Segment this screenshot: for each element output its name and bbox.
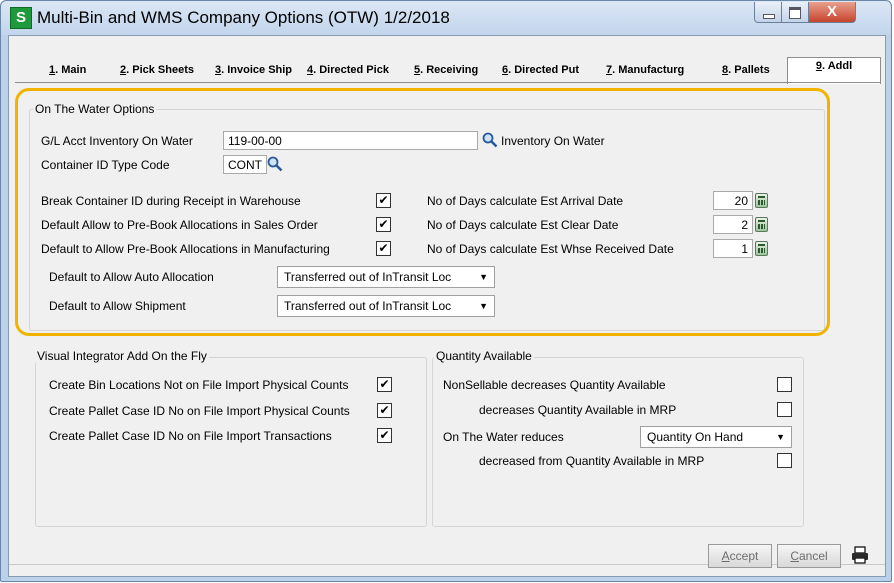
title-bar[interactable]: S Multi-Bin and WMS Company Options (OTW… (1, 1, 891, 35)
tab-addl-label: . Addl (821, 60, 853, 72)
tab-manufacturing[interactable]: 7. Manufacturg (606, 64, 684, 76)
close-button[interactable]: X (808, 2, 856, 23)
quantity-available-group-title: Quantity Available (434, 349, 534, 363)
create-pallet-transactions-label: Create Pallet Case ID No on File Import … (49, 429, 332, 443)
tab-pick-sheets-label: . Pick Sheets (126, 64, 194, 76)
on-water-reduces-select[interactable]: Quantity On Hand ▼ (640, 426, 792, 448)
tab-addl[interactable]: 9. Addl (787, 57, 881, 84)
app-logo-icon: S (10, 7, 32, 29)
highlight-outline (15, 88, 830, 336)
tab-directed-put[interactable]: 6. Directed Put (502, 64, 579, 76)
visual-integrator-group-title: Visual Integrator Add On the Fly (35, 349, 209, 363)
tab-divider (15, 82, 881, 83)
tab-directed-pick[interactable]: 4. Directed Pick (307, 64, 389, 76)
close-icon: X (826, 3, 837, 20)
tab-pallets-label: . Pallets (728, 64, 770, 76)
tab-receiving[interactable]: 5. Receiving (414, 64, 478, 76)
maximize-button[interactable] (781, 2, 809, 23)
accept-button[interactable]: Accept (708, 544, 772, 568)
chevron-down-icon: ▼ (776, 432, 785, 442)
on-water-mrp-checkbox[interactable] (777, 453, 792, 468)
create-pallet-physical-label: Create Pallet Case ID No on File Import … (49, 404, 350, 418)
tab-main[interactable]: 1. Main (49, 64, 86, 76)
window-title: Multi-Bin and WMS Company Options (OTW) … (37, 8, 450, 27)
nonsellable-checkbox[interactable] (777, 377, 792, 392)
cancel-label: ancel (798, 549, 828, 563)
tab-invoice-ship[interactable]: 3. Invoice Ship (215, 64, 292, 76)
printer-icon[interactable] (850, 545, 870, 565)
tab-manufacturing-label: . Manufacturg (612, 64, 685, 76)
create-pallet-transactions-checkbox[interactable]: ✔ (377, 428, 392, 443)
tab-directed-put-label: . Directed Put (508, 64, 580, 76)
on-water-reduces-value: Quantity On Hand (647, 430, 744, 444)
on-water-reduces-label: On The Water reduces (443, 430, 564, 444)
accept-label: ccept (729, 549, 759, 563)
cancel-button[interactable]: Cancel (777, 544, 841, 568)
tab-bar: 1. Main 2. Pick Sheets 3. Invoice Ship 4… (9, 36, 885, 84)
cancel-hotkey: C (790, 549, 799, 563)
on-water-mrp-label: decreased from Quantity Available in MRP (479, 454, 705, 468)
create-pallet-physical-checkbox[interactable]: ✔ (377, 403, 392, 418)
tab-directed-pick-label: . Directed Pick (313, 64, 389, 76)
tab-pick-sheets[interactable]: 2. Pick Sheets (120, 64, 194, 76)
tab-invoice-ship-label: . Invoice Ship (221, 64, 293, 76)
nonsellable-mrp-label: decreases Quantity Available in MRP (479, 403, 677, 417)
nonsellable-label: NonSellable decreases Quantity Available (443, 378, 666, 392)
create-bin-locations-label: Create Bin Locations Not on File Import … (49, 378, 349, 392)
tab-pallets[interactable]: 8. Pallets (722, 64, 770, 76)
tab-receiving-label: . Receiving (420, 64, 479, 76)
maximize-icon (789, 7, 801, 19)
minimize-button[interactable] (754, 2, 782, 23)
tab-main-label: . Main (55, 64, 87, 76)
nonsellable-mrp-checkbox[interactable] (777, 402, 792, 417)
minimize-icon (763, 14, 775, 19)
create-bin-locations-checkbox[interactable]: ✔ (377, 377, 392, 392)
accept-hotkey: A (721, 549, 730, 563)
